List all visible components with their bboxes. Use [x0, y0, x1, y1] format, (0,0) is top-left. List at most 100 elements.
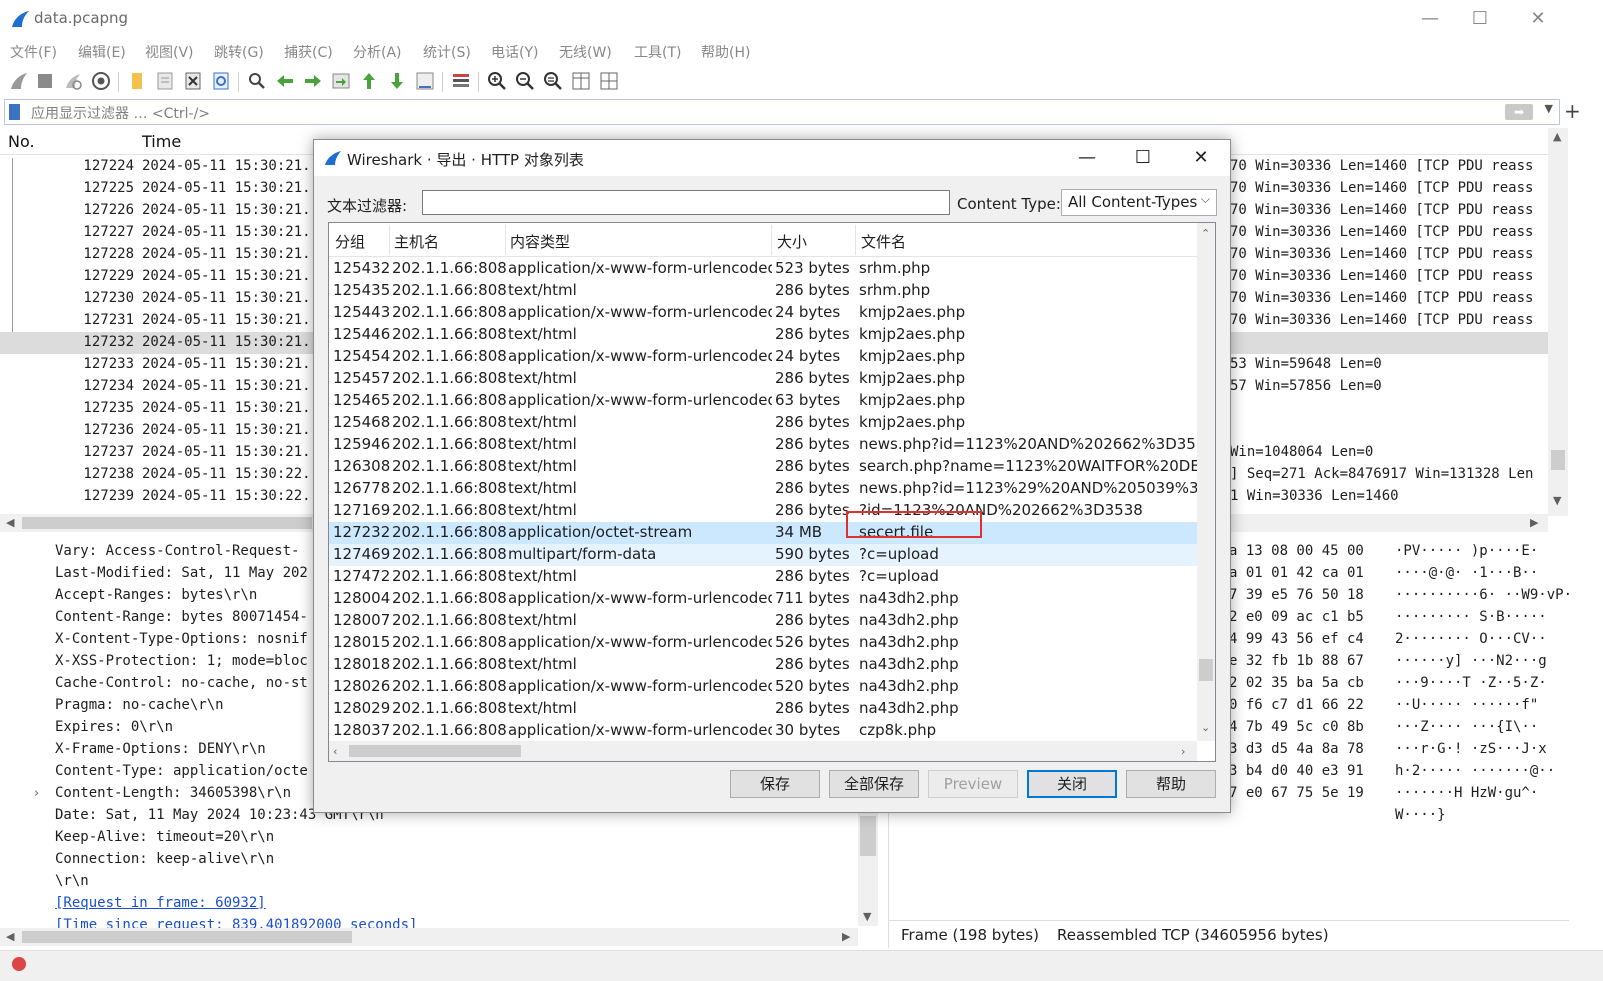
object-content-type: text/html	[508, 281, 577, 299]
col-filename[interactable]: 文件名	[861, 231, 906, 252]
object-row[interactable]: 128029 202.1.1.66:8080 text/html 286 bytes n…	[329, 698, 1197, 720]
text-filter-input[interactable]	[422, 190, 950, 215]
col-size[interactable]: 大小	[777, 231, 807, 252]
packet-list-vscrollbar[interactable]: ▲ ▼	[1548, 128, 1568, 516]
menu-go[interactable]: 跳转(G)	[214, 42, 264, 62]
object-row[interactable]: 125435 202.1.1.66:8080 text/html 286 bytes s…	[329, 280, 1197, 302]
bookmark-icon[interactable]	[9, 104, 20, 120]
object-row[interactable]: 125946 202.1.1.66:8080 text/html 286 bytes n…	[329, 434, 1197, 456]
zoom-in-icon[interactable]	[486, 70, 508, 92]
go-forward-icon[interactable]	[302, 70, 324, 92]
object-row[interactable]: 126308 202.1.1.66:8080 text/html 286 bytes s…	[329, 456, 1197, 478]
object-row[interactable]: 127232 202.1.1.66:8080 application/octet-s…	[329, 522, 1197, 544]
tab-reassembled-tcp[interactable]: Reassembled TCP (34605956 bytes)	[1057, 926, 1329, 944]
object-row[interactable]: 125443 202.1.1.66:8080 application/x-www-f…	[329, 302, 1197, 324]
chevron-down-icon[interactable]: ▼	[1545, 102, 1553, 115]
object-row[interactable]: 128037 202.1.1.66:8080 application/x-www-f…	[329, 720, 1197, 742]
detail-line[interactable]: [Request in frame: 60932]	[55, 895, 455, 911]
object-row[interactable]: 125454 202.1.1.66:8080 application/x-www-f…	[329, 346, 1197, 368]
capture-options-icon[interactable]	[90, 70, 112, 92]
object-row[interactable]: 126778 202.1.1.66:8080 text/html 286 bytes n…	[329, 478, 1197, 500]
col-no[interactable]: No.	[8, 132, 35, 151]
menu-telephony[interactable]: 电话(Y)	[491, 42, 538, 62]
object-size: 24 bytes	[775, 347, 841, 365]
arrow-right-icon[interactable]: ➡	[1505, 104, 1533, 120]
add-filter-button[interactable]: +	[1564, 99, 1581, 123]
menu-view[interactable]: 视图(V)	[145, 42, 194, 62]
resize-columns-icon[interactable]	[570, 70, 592, 92]
close-file-icon[interactable]	[182, 70, 204, 92]
object-row[interactable]: 127469 202.1.1.66:8080 multipart/form-data…	[329, 544, 1197, 566]
colorize-icon[interactable]	[450, 70, 472, 92]
col-group[interactable]: 分组	[335, 231, 365, 252]
menu-capture[interactable]: 捕获(C)	[284, 42, 333, 62]
menu-help[interactable]: 帮助(H)	[701, 42, 750, 62]
detail-line: Last-Modified: Sat, 11 May 202	[55, 565, 308, 581]
object-host: 202.1.1.66:8080	[392, 391, 506, 409]
normal-size-icon[interactable]	[542, 70, 564, 92]
object-row[interactable]: 128015 202.1.1.66:8080 application/x-www-f…	[329, 632, 1197, 654]
save-file-icon[interactable]	[154, 70, 176, 92]
menu-file[interactable]: 文件(F)	[10, 42, 57, 62]
menu-wireless[interactable]: 无线(W)	[559, 42, 612, 62]
tab-frame[interactable]: Frame (198 bytes)	[901, 926, 1039, 944]
chevron-right-icon[interactable]: ›	[34, 786, 39, 801]
object-host: 202.1.1.66:8080	[392, 413, 506, 431]
maximize-button[interactable]: ☐	[1452, 0, 1508, 38]
open-file-icon[interactable]	[126, 70, 148, 92]
object-row[interactable]: 125465 202.1.1.66:8080 application/x-www-f…	[329, 390, 1197, 412]
display-filter-bar[interactable]: 应用显示过滤器 … <Ctrl-/> ➡ ▼	[4, 99, 1560, 125]
menu-edit[interactable]: 编辑(E)	[78, 42, 126, 62]
details-hscrollbar[interactable]: ◀ ▶	[0, 928, 858, 946]
col-time[interactable]: Time	[142, 132, 181, 151]
object-row[interactable]: 125457 202.1.1.66:8080 text/html 286 bytes k…	[329, 368, 1197, 390]
menu-statistics[interactable]: 统计(S)	[423, 42, 471, 62]
content-type-value: All Content-Types	[1068, 193, 1198, 211]
dialog-close-button[interactable]: ✕	[1172, 140, 1230, 176]
content-type-select[interactable]: All Content-Types ⌵	[1061, 189, 1217, 216]
reload-file-icon[interactable]	[210, 70, 232, 92]
autoscroll-icon[interactable]	[414, 70, 436, 92]
menu-tools[interactable]: 工具(T)	[634, 42, 681, 62]
find-packet-icon[interactable]	[246, 70, 268, 92]
object-filename: czp8k.php	[859, 721, 937, 739]
object-row[interactable]: 125432 202.1.1.66:8080 application/x-www-f…	[329, 258, 1197, 280]
go-first-packet-icon[interactable]	[358, 70, 380, 92]
stop-capture-icon[interactable]	[34, 70, 56, 92]
expert-info-icon[interactable]	[12, 957, 26, 971]
object-row[interactable]: 127472 202.1.1.66:8080 text/html 286 bytes?…	[329, 566, 1197, 588]
restart-capture-icon[interactable]	[62, 70, 84, 92]
save-all-button[interactable]: 全部保存	[829, 770, 919, 798]
save-button[interactable]: 保存	[730, 770, 820, 798]
object-row[interactable]: 125468 202.1.1.66:8080 text/html 286 bytes k…	[329, 412, 1197, 434]
menu-analyze[interactable]: 分析(A)	[353, 42, 402, 62]
display-filter-input[interactable]: 应用显示过滤器 … <Ctrl-/>	[31, 103, 210, 123]
go-back-icon[interactable]	[274, 70, 296, 92]
go-last-packet-icon[interactable]	[386, 70, 408, 92]
go-to-packet-icon[interactable]	[330, 70, 352, 92]
object-row[interactable]: 128007 202.1.1.66:8080 text/html 286 bytes n…	[329, 610, 1197, 632]
minimize-button[interactable]: —	[1402, 0, 1458, 38]
object-row[interactable]: 128004 202.1.1.66:8080 application/x-www-f…	[329, 588, 1197, 610]
object-row[interactable]: 128018 202.1.1.66:8080 text/html 286 bytes n…	[329, 654, 1197, 676]
objects-hscrollbar[interactable]: ‹ ›	[329, 741, 1197, 761]
close-button[interactable]: 关闭	[1027, 770, 1117, 798]
help-button[interactable]: 帮助	[1126, 770, 1216, 798]
layout-icon[interactable]	[598, 70, 620, 92]
dialog-maximize-button[interactable]: ☐	[1114, 140, 1172, 176]
object-filename: na43dh2.php	[859, 655, 959, 673]
object-row[interactable]: 127169 202.1.1.66:8080 text/html 286 bytes?…	[329, 500, 1197, 522]
zoom-out-icon[interactable]	[514, 70, 536, 92]
start-capture-icon[interactable]	[8, 70, 30, 92]
objects-vscrollbar[interactable]: ⌃ ⌄	[1197, 223, 1215, 741]
col-content-type[interactable]: 内容类型	[510, 231, 570, 252]
dialog-minimize-button[interactable]: —	[1058, 140, 1116, 176]
close-window-button[interactable]: ✕	[1510, 0, 1566, 38]
object-filename: na43dh2.php	[859, 699, 959, 717]
col-host[interactable]: 主机名	[394, 231, 439, 252]
details-vscrollbar[interactable]: ▼	[858, 806, 878, 926]
preview-button[interactable]: Preview	[928, 770, 1018, 798]
detail-line: Connection: keep-alive\r\n	[55, 851, 275, 867]
object-row[interactable]: 125446 202.1.1.66:8080 text/html 286 bytes k…	[329, 324, 1197, 346]
object-row[interactable]: 128026 202.1.1.66:8080 application/x-www-f…	[329, 676, 1197, 698]
